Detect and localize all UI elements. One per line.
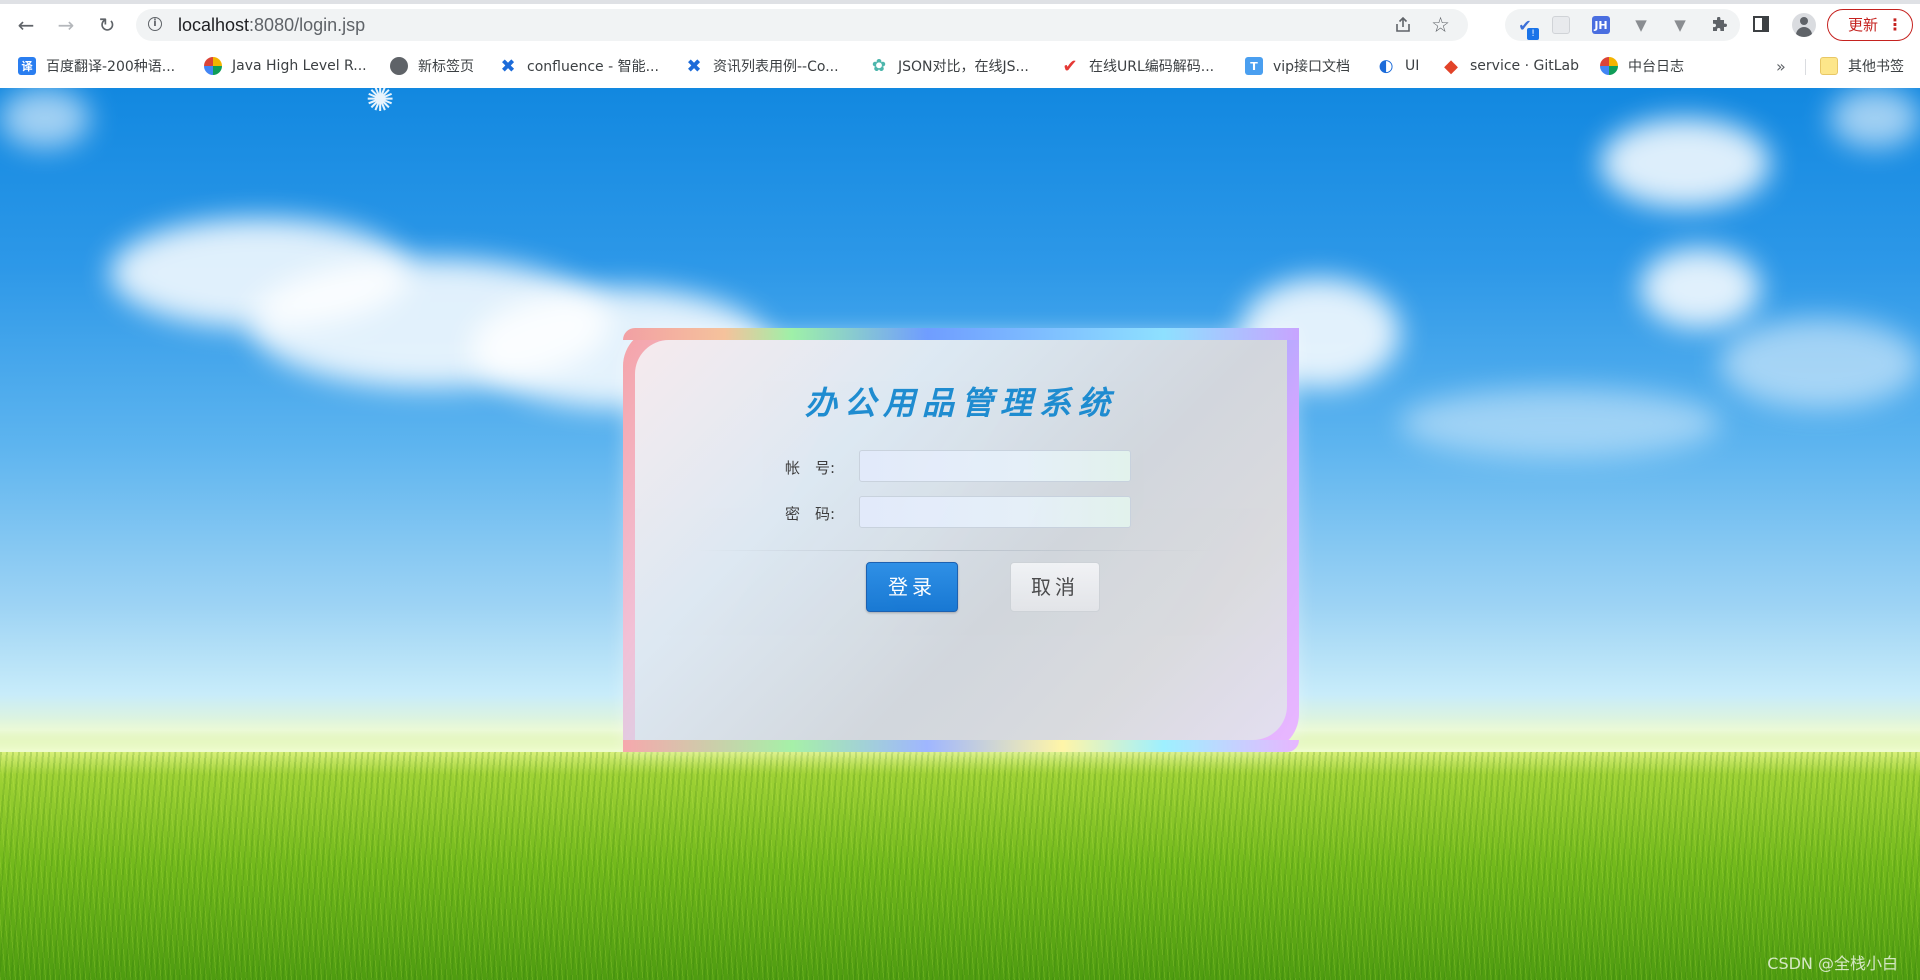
other-bookmarks-folder[interactable]: 其他书签 [1820, 54, 1904, 78]
bookmark-label: 新标签页 [418, 59, 474, 75]
puzzle-icon[interactable] [1710, 16, 1728, 34]
page-title: 办公用品管理系统 [804, 384, 1117, 422]
bookmark-label: 资讯列表用例--Co... [713, 59, 839, 75]
profile-avatar-icon[interactable] [1792, 13, 1816, 37]
vue-devtools-icon[interactable]: ▼ [1632, 16, 1650, 34]
form-divider [695, 550, 1215, 551]
reload-icon: ↻ [98, 13, 116, 37]
watermark: CSDN @全栈小白 [1767, 954, 1898, 973]
t-doc-icon: T [1245, 57, 1263, 75]
bookmark-item[interactable]: ◐ UI [1377, 54, 1420, 78]
bookmark-label: 中台日志 [1628, 59, 1684, 75]
cloud [0, 88, 90, 148]
address-bar[interactable]: i localhost:8080/login.jsp ☆ [136, 9, 1468, 41]
gear-flower-icon: ✿ [871, 56, 887, 76]
dandelion-icon: ✺ [366, 88, 395, 120]
bookmark-item[interactable]: ◆ service · GitLab [1442, 54, 1579, 78]
password-label: 密 码: [785, 505, 836, 523]
bookmark-label: confluence - 智能... [527, 59, 659, 75]
gitlab-icon: ◆ [1444, 55, 1458, 77]
browser-chrome: ← → ↻ i localhost:8080/login.jsp ☆ ✔ ! J… [0, 0, 1920, 88]
folder-icon [1820, 57, 1838, 75]
gray-circle-icon [390, 57, 408, 75]
side-panel-icon[interactable] [1753, 16, 1769, 32]
update-button[interactable]: 更新 ⋮ [1827, 9, 1913, 41]
arrow-right-icon: → [57, 13, 75, 37]
bookmark-item[interactable]: ✿ JSON对比，在线JS... [870, 54, 1029, 78]
browser-toolbar: ← → ↻ i localhost:8080/login.jsp ☆ ✔ ! J… [0, 4, 1920, 46]
bookmark-label: 在线URL编码解码... [1089, 59, 1215, 75]
account-input[interactable] [859, 450, 1131, 482]
red-check-icon: ✔ [1062, 55, 1078, 77]
confluence-icon: ✖ [500, 55, 516, 77]
bookmark-item[interactable]: T vip接口文档 [1245, 54, 1350, 78]
jh-extension-icon[interactable]: JH [1592, 16, 1610, 34]
bookmark-label: service · GitLab [1470, 58, 1579, 74]
forward-button[interactable]: → [51, 10, 81, 40]
reload-button[interactable]: ↻ [92, 10, 122, 40]
arrow-left-icon: ← [17, 13, 35, 37]
confluence-icon: ✖ [686, 55, 702, 77]
bookmark-star-icon[interactable]: ☆ [1431, 13, 1450, 37]
site-info-icon[interactable]: i [148, 17, 162, 31]
bookmark-label: UI [1405, 58, 1420, 74]
cloud [1600, 118, 1770, 208]
bookmarks-separator [1805, 59, 1806, 75]
cancel-button[interactable]: 取消 [1010, 562, 1100, 612]
login-button[interactable]: 登录 [866, 562, 958, 612]
bookmarks-bar: 译 百度翻译-200种语... Java High Level R... 新标签… [0, 50, 1920, 82]
bookmark-item[interactable]: ✖ confluence - 智能... [499, 54, 659, 78]
url-text[interactable]: localhost:8080/login.jsp [178, 15, 365, 36]
cloud [1400, 388, 1720, 458]
baidu-translate-icon: 译 [18, 57, 36, 75]
login-card-frame: 办公用品管理系统 帐 号: 密 码: 登录 取消 [623, 328, 1299, 752]
bookmark-label: Java High Level R... [232, 58, 367, 74]
bookmark-item[interactable]: 译 百度翻译-200种语... [18, 54, 175, 78]
url-host: localhost [178, 15, 250, 35]
bookmark-label: 其他书签 [1848, 59, 1904, 75]
extension-badge: ! [1527, 28, 1539, 40]
update-label: 更新 [1848, 16, 1879, 34]
cloud [1720, 318, 1920, 408]
bookmarks-overflow-button[interactable]: » [1776, 54, 1786, 78]
multicolor-flower-icon [204, 57, 222, 75]
cloud [1830, 88, 1920, 148]
share-icon[interactable] [1394, 16, 1412, 34]
bookmark-item[interactable]: Java High Level R... [204, 54, 367, 78]
cloud [1640, 248, 1760, 328]
bookmark-item[interactable]: ✖ 资讯列表用例--Co... [685, 54, 839, 78]
extensions-area: ✔ ! JH ▼ ▼ [1505, 9, 1740, 41]
grass-field [0, 752, 1920, 980]
more-menu-icon: ⋮ [1887, 15, 1903, 34]
bookmark-label: 百度翻译-200种语... [46, 59, 176, 75]
bookmark-item[interactable]: 中台日志 [1600, 54, 1684, 78]
blue-c-icon: ◐ [1378, 56, 1394, 76]
bookmark-item[interactable]: ✔ 在线URL编码解码... [1061, 54, 1214, 78]
blank-extension-icon[interactable] [1552, 16, 1570, 34]
account-label: 帐 号: [785, 459, 836, 477]
back-button[interactable]: ← [11, 10, 41, 40]
multicolor-flower-icon [1600, 57, 1618, 75]
vue-devtools-icon[interactable]: ▼ [1671, 16, 1689, 34]
url-path: :8080/login.jsp [249, 15, 366, 35]
password-input[interactable] [859, 496, 1131, 528]
login-card: 办公用品管理系统 帐 号: 密 码: 登录 取消 [635, 340, 1287, 740]
login-page: ✺ 办公用品管理系统 帐 号: 密 码: 登录 取消 CSDN @全栈小白 [0, 88, 1920, 980]
account-row: 帐 号: [635, 450, 1287, 484]
password-row: 密 码: [635, 496, 1287, 530]
bookmark-label: JSON对比，在线JS... [898, 59, 1029, 75]
bookmark-item[interactable]: 新标签页 [390, 54, 474, 78]
bookmark-label: vip接口文档 [1273, 59, 1351, 75]
